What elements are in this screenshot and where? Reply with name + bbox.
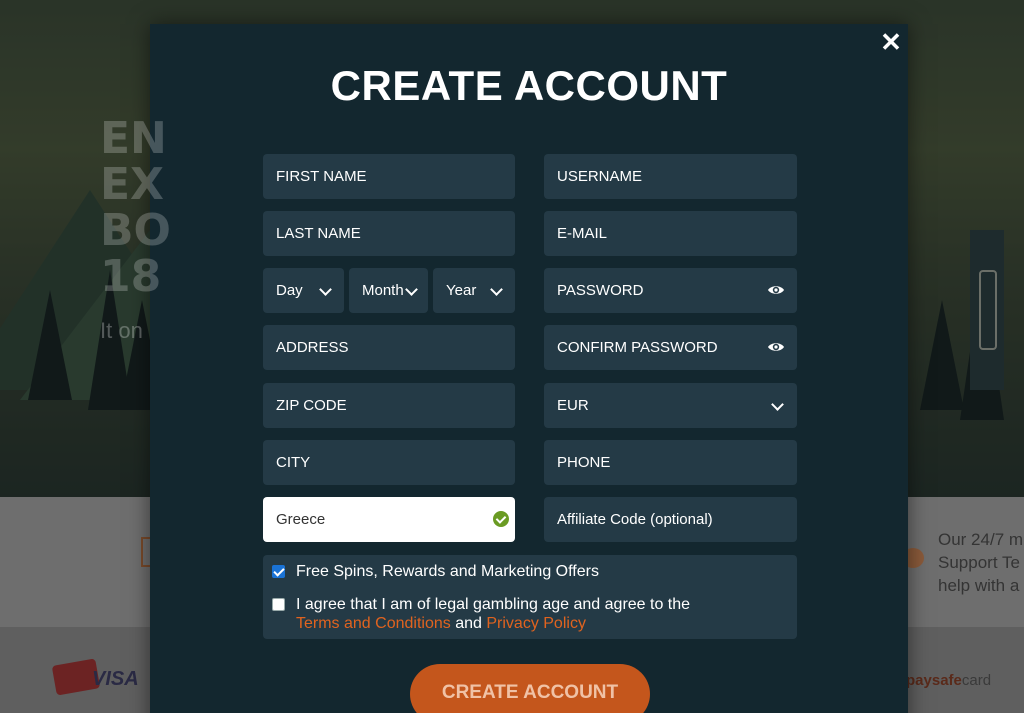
country-field[interactable]: Greece [263,497,515,542]
currency-value: EUR [557,397,589,414]
email-field[interactable]: E-MAIL [544,211,797,256]
year-label: Year [446,282,477,299]
month-label: Month [362,282,404,299]
and-text: and [455,615,482,632]
paysafecard-logo: paysafecard [906,672,992,689]
privacy-link[interactable]: Privacy Policy [486,615,586,632]
modal-title: CREATE ACCOUNT [330,62,728,109]
marketing-label: Free Spins, Rewards and Marketing Offers [296,563,599,580]
casino-sign [979,270,997,350]
year-select[interactable]: Year [433,268,515,313]
chevron-down-icon [319,283,332,296]
valid-check-icon [493,511,509,527]
hero-subheading: It on [100,318,143,343]
affiliate-code-placeholder: Affiliate Code (optional) [557,511,713,528]
email-placeholder: E-MAIL [557,225,608,242]
age-terms-checkbox[interactable] [272,598,285,611]
username-placeholder: USERNAME [557,168,643,185]
password-placeholder: PASSWORD [557,282,644,299]
terms-link[interactable]: Terms and Conditions [296,615,451,632]
phone-field[interactable]: PHONE [544,440,797,485]
chevron-down-icon [771,398,784,411]
age-terms-text: I agree that I am of legal gambling age … [296,596,691,613]
last-name-placeholder: LAST NAME [276,225,361,242]
password-field[interactable]: PASSWORD [544,268,797,313]
eye-icon[interactable] [767,282,785,298]
zip-code-field[interactable]: ZIP CODE [263,383,515,428]
day-select[interactable]: Day [263,268,344,313]
day-label: Day [276,282,303,299]
chevron-down-icon [405,283,418,296]
confirm-password-placeholder: CONFIRM PASSWORD [557,339,718,356]
close-button[interactable]: ✕ [879,29,903,55]
last-name-field[interactable]: LAST NAME [263,211,515,256]
city-field[interactable]: CITY [263,440,515,485]
marketing-checkbox[interactable] [272,565,285,578]
visa-logo: VISA [92,668,139,690]
phone-placeholder: PHONE [557,454,611,471]
zip-code-placeholder: ZIP CODE [276,397,347,414]
first-name-field[interactable]: FIRST NAME [263,154,515,199]
currency-select[interactable]: EUR [544,383,797,428]
eye-icon[interactable] [767,339,785,355]
address-placeholder: ADDRESS [276,339,349,356]
age-terms-label: I agree that I am of legal gambling age … [296,595,786,633]
affiliate-code-field[interactable]: Affiliate Code (optional) [544,497,797,542]
hero-heading: EN EX BO 18 [100,113,171,302]
address-field[interactable]: ADDRESS [263,325,515,370]
chevron-down-icon [490,283,503,296]
support-text: Our 24/7 m Support Te help with a [938,530,1024,595]
city-placeholder: CITY [276,454,311,471]
create-account-button[interactable]: CREATE ACCOUNT [410,664,650,713]
confirm-password-field[interactable]: CONFIRM PASSWORD [544,325,797,370]
username-field[interactable]: USERNAME [544,154,797,199]
first-name-placeholder: FIRST NAME [276,168,367,185]
country-value: Greece [276,511,326,528]
month-select[interactable]: Month [349,268,428,313]
